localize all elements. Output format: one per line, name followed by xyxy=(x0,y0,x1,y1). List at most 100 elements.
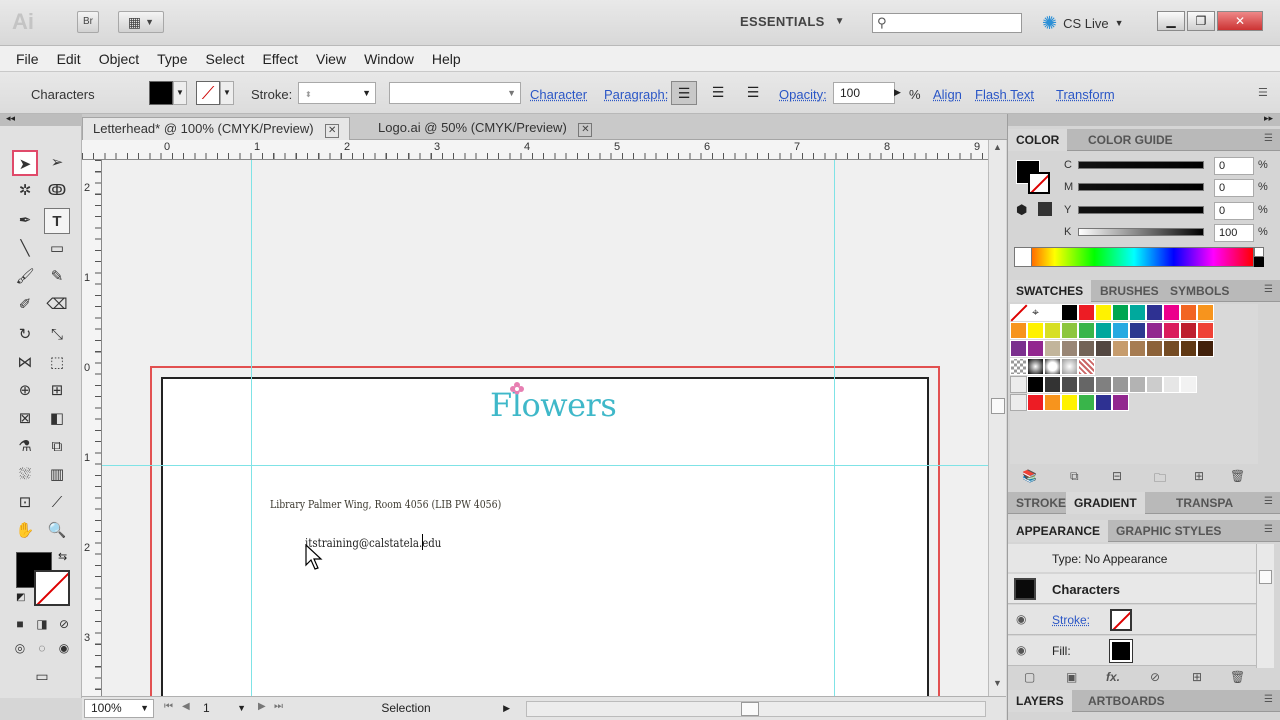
menu-view[interactable]: View xyxy=(316,46,346,72)
color-swatch[interactable] xyxy=(1197,304,1214,321)
color-swatch[interactable] xyxy=(1010,322,1027,339)
panel-menu-icon[interactable]: ☰ xyxy=(1264,694,1273,705)
artboard-tool[interactable]: ⊡ xyxy=(12,490,38,516)
eyedropper-tool[interactable]: ⚗ xyxy=(12,434,38,460)
column-graph-tool[interactable]: ▥ xyxy=(44,462,70,488)
color-mode-button[interactable]: ■ xyxy=(10,614,30,634)
tab-layers[interactable]: LAYERS xyxy=(1008,690,1072,712)
swatch-options-icon[interactable]: ⊟ xyxy=(1112,469,1122,483)
stroke-color-box[interactable] xyxy=(34,570,70,606)
draw-behind-button[interactable]: ◌ xyxy=(32,638,52,658)
trash-icon[interactable]: 🗑 xyxy=(1230,670,1245,684)
magenta-input[interactable]: 0 xyxy=(1214,179,1254,197)
paragraph-panel-link[interactable]: Paragraph: xyxy=(604,87,668,102)
email-text[interactable]: itstraining@calstatela.edu xyxy=(305,536,441,550)
tab-swatches[interactable]: SWATCHES xyxy=(1008,280,1092,302)
radial-gradient-swatch[interactable] xyxy=(1061,358,1078,375)
pen-tool[interactable]: ✒ xyxy=(12,208,38,234)
new-swatch-icon[interactable]: ⊞ xyxy=(1194,469,1204,483)
color-swatch[interactable] xyxy=(1027,394,1044,411)
cyan-input[interactable]: 0 xyxy=(1214,157,1254,175)
menu-edit[interactable]: Edit xyxy=(57,46,81,72)
black-swatch[interactable] xyxy=(1254,257,1264,267)
white-swatch[interactable] xyxy=(1254,247,1264,257)
color-swatch[interactable] xyxy=(1112,394,1129,411)
color-spectrum-bar[interactable] xyxy=(1014,247,1254,267)
black-input[interactable]: 100 xyxy=(1214,224,1254,242)
tab-graphic-styles[interactable]: GRAPHIC STYLES xyxy=(1108,520,1229,542)
add-stroke-icon[interactable]: ▢ xyxy=(1024,670,1035,684)
status-tool-display[interactable]: Selection ▶ xyxy=(298,699,514,718)
color-swatch[interactable] xyxy=(1180,322,1197,339)
color-swatch[interactable] xyxy=(1095,394,1112,411)
color-swatch[interactable] xyxy=(1095,322,1112,339)
pattern-swatch[interactable] xyxy=(1010,358,1027,375)
perspective-grid-tool[interactable]: ⊞ xyxy=(44,378,70,404)
align-left-button[interactable]: ☰ xyxy=(671,81,697,105)
gradient-mode-button[interactable]: ◨ xyxy=(32,614,52,634)
vertical-ruler[interactable]: 2 1 0 1 2 3 xyxy=(82,160,102,696)
panel-menu-icon[interactable]: ☰ xyxy=(1258,86,1268,99)
color-swatch[interactable] xyxy=(1095,340,1112,357)
screen-mode-button[interactable]: ▭ xyxy=(28,666,56,688)
color-swatch[interactable] xyxy=(1129,304,1146,321)
zoom-tool[interactable]: 🔍 xyxy=(44,518,70,544)
color-swatch[interactable] xyxy=(1095,376,1112,393)
color-swatch[interactable] xyxy=(1027,376,1044,393)
web-safe-swatch[interactable] xyxy=(1038,202,1052,216)
color-swatch[interactable] xyxy=(1129,322,1146,339)
color-swatch[interactable] xyxy=(1027,340,1044,357)
color-swatch[interactable] xyxy=(1061,376,1078,393)
scroll-thumb[interactable] xyxy=(1259,570,1272,584)
visibility-eye-icon[interactable]: ◉ xyxy=(1016,643,1026,657)
tab-appearance[interactable]: APPEARANCE xyxy=(1008,520,1109,542)
tab-color-guide[interactable]: COLOR GUIDE xyxy=(1080,129,1181,151)
flash-text-link[interactable]: Flash Text xyxy=(975,87,1034,102)
color-swatch[interactable] xyxy=(1129,376,1146,393)
appearance-stroke-row[interactable]: ◉ Stroke: xyxy=(1008,605,1256,635)
maximize-button[interactable]: ❐ xyxy=(1187,11,1215,31)
menu-type[interactable]: Type xyxy=(157,46,187,72)
none-swatch[interactable] xyxy=(1010,304,1028,322)
scroll-thumb[interactable] xyxy=(741,702,759,716)
style-select[interactable]: ▼ xyxy=(389,82,521,104)
color-swatch[interactable] xyxy=(1112,376,1129,393)
folder-icon[interactable] xyxy=(1010,376,1027,393)
color-swatch[interactable] xyxy=(1078,394,1095,411)
color-swatch[interactable] xyxy=(1078,304,1095,321)
magic-wand-tool[interactable]: ✲ xyxy=(12,178,38,204)
zoom-select[interactable]: 100% ▼ xyxy=(84,699,154,718)
symbol-sprayer-tool[interactable]: ⛆ xyxy=(12,462,38,488)
hand-tool[interactable]: ✋ xyxy=(12,518,38,544)
help-search-input[interactable]: ⚲ xyxy=(872,13,1022,33)
color-swatch[interactable] xyxy=(1129,340,1146,357)
tab-letterhead[interactable]: Letterhead* @ 100% (CMYK/Preview) ✕ xyxy=(82,117,351,140)
pattern-swatch[interactable] xyxy=(1078,358,1095,375)
color-swatch[interactable] xyxy=(1180,304,1197,321)
menu-select[interactable]: Select xyxy=(206,46,245,72)
none-mode-button[interactable]: ⊘ xyxy=(54,614,74,634)
next-artboard-icon[interactable]: ▶ xyxy=(258,701,266,712)
yellow-input[interactable]: 0 xyxy=(1214,202,1254,220)
color-swatch[interactable] xyxy=(1061,304,1078,321)
color-swatch[interactable] xyxy=(1044,340,1061,357)
color-swatch[interactable] xyxy=(1146,304,1163,321)
scroll-up-icon[interactable]: ▲ xyxy=(993,142,1002,152)
out-of-gamut-icon[interactable]: ⬢ xyxy=(1016,202,1027,218)
minimize-button[interactable]: ▁ xyxy=(1157,11,1185,31)
horizontal-ruler[interactable]: 0 1 2 3 4 5 6 7 8 9 xyxy=(82,140,988,160)
draw-inside-button[interactable]: ◉ xyxy=(54,638,74,658)
black-slider[interactable] xyxy=(1078,228,1204,236)
swap-colors-icon[interactable]: ⇆ xyxy=(58,550,67,563)
color-swatch[interactable] xyxy=(1112,340,1129,357)
tab-transparency[interactable]: TRANSPA xyxy=(1168,492,1241,514)
type-tool[interactable]: T xyxy=(44,208,70,234)
tab-brushes[interactable]: BRUSHES xyxy=(1092,280,1167,302)
color-swatch[interactable] xyxy=(1163,322,1180,339)
menu-help[interactable]: Help xyxy=(432,46,461,72)
prev-artboard-icon[interactable]: ◀ xyxy=(182,701,190,712)
color-swatch[interactable] xyxy=(1044,322,1061,339)
horizontal-guide[interactable] xyxy=(102,465,988,466)
blend-tool[interactable]: ⧉ xyxy=(44,434,70,460)
lasso-tool[interactable]: ↂ xyxy=(44,178,70,204)
